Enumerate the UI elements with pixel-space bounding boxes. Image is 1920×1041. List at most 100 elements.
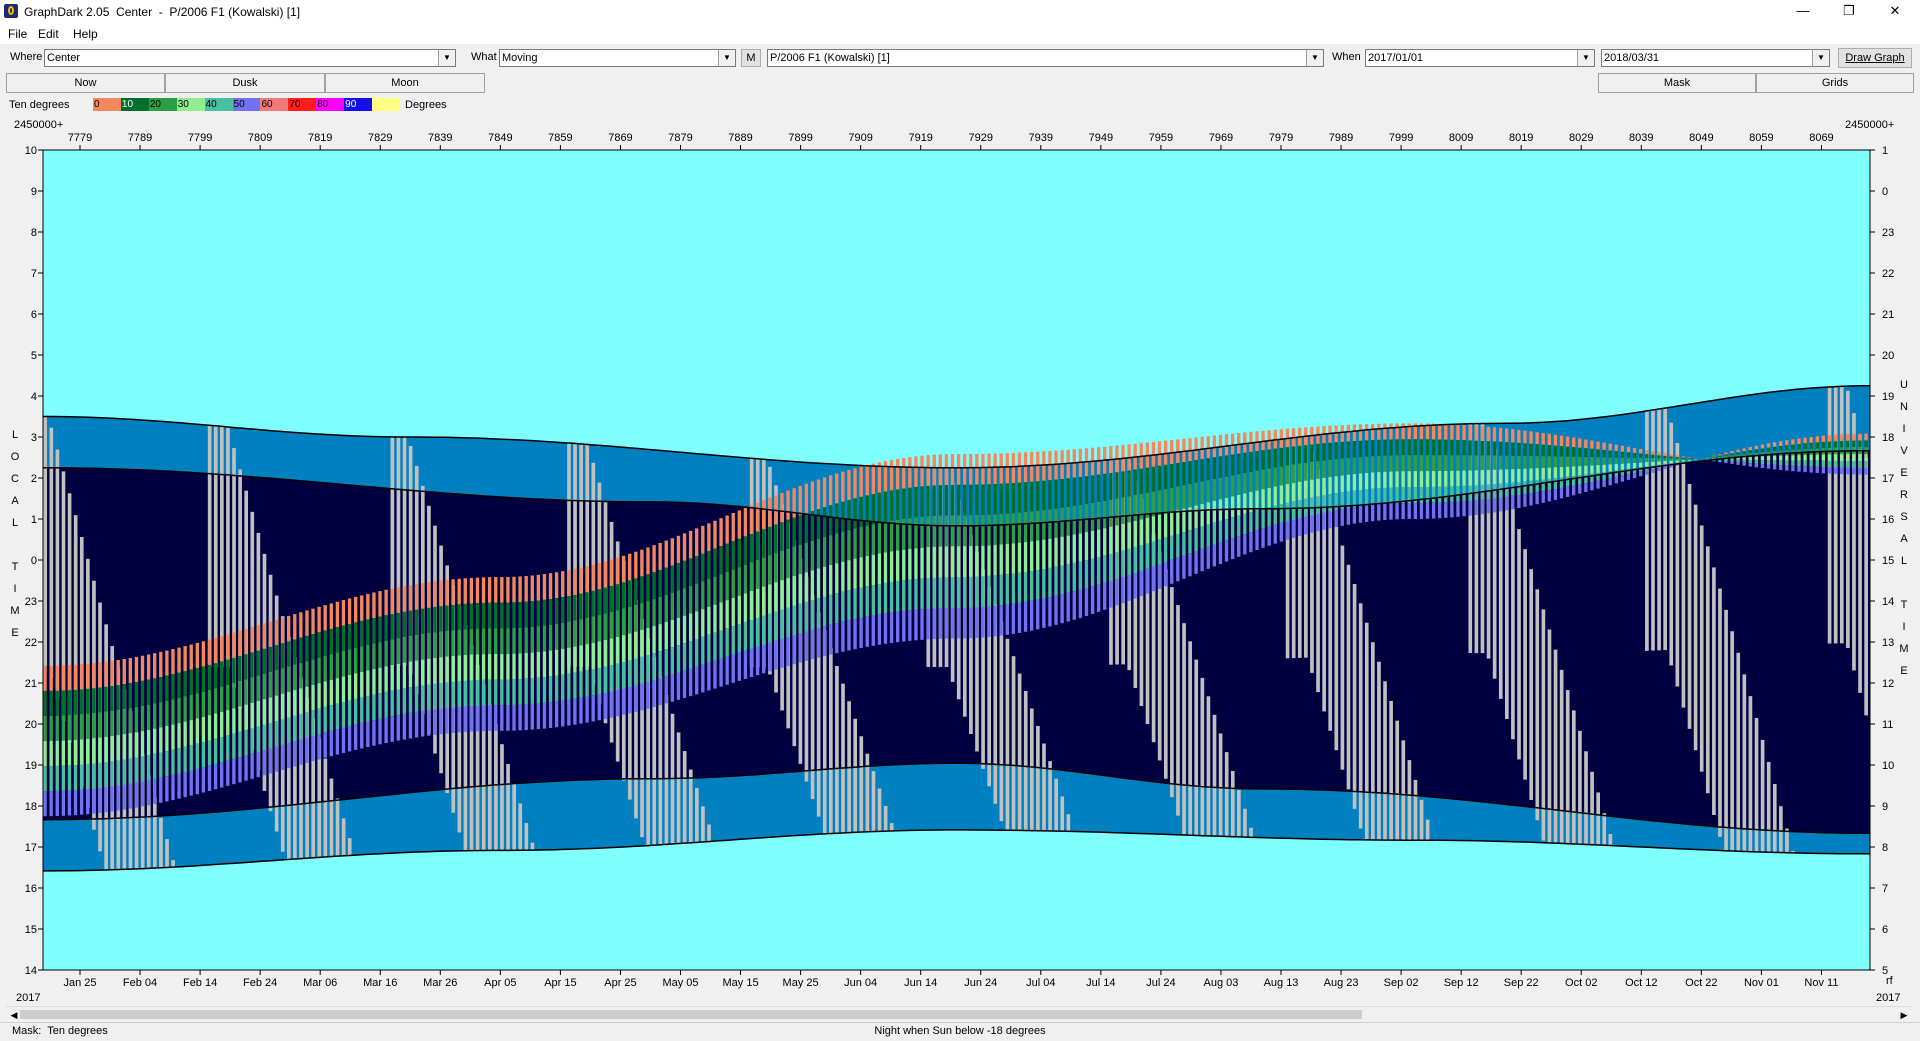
altitude-bar	[348, 726, 351, 751]
altitude-bar	[86, 714, 89, 739]
altitude-bar	[1426, 503, 1429, 519]
altitude-bar	[1682, 459, 1685, 460]
toolbar: Where Center ▼ What Moving ▼ M P/2006 F1…	[0, 44, 1920, 72]
altitude-bar	[1633, 448, 1636, 453]
moonlight-bar	[159, 818, 163, 868]
altitude-bar	[1194, 437, 1197, 460]
object-value: P/2006 F1 (Kowalski) [1]	[770, 52, 890, 64]
altitude-bar	[902, 550, 905, 581]
altitude-bar	[774, 641, 777, 670]
altitude-bar	[1864, 468, 1867, 475]
chevron-down-icon[interactable]: ▼	[1812, 50, 1829, 66]
restore-button[interactable]: ❐	[1826, 0, 1872, 22]
jd-tick-label: 7859	[548, 132, 572, 144]
altitude-bar	[695, 584, 698, 612]
tab-mask[interactable]: Mask	[1598, 73, 1756, 93]
altitude-bar	[1743, 448, 1746, 451]
altitude-bar	[512, 628, 515, 654]
menu-edit[interactable]: Edit	[38, 27, 59, 41]
moonlight-bar	[1706, 546, 1710, 793]
altitude-bar	[43, 716, 46, 741]
altitude-bar	[610, 639, 613, 665]
altitude-bar	[1462, 425, 1465, 440]
altitude-bar	[1060, 508, 1063, 537]
altitude-bar	[1127, 470, 1130, 496]
altitude-bar	[68, 665, 71, 690]
menu-file[interactable]: File	[8, 27, 27, 41]
altitude-bar	[177, 648, 180, 673]
what-select[interactable]: Moving ▼	[499, 49, 736, 67]
altitude-bar	[1523, 481, 1526, 494]
scroll-right-icon[interactable]: ▶	[1898, 1009, 1910, 1021]
altitude-bar	[366, 696, 369, 722]
draw-graph-button[interactable]: Draw Graph	[1838, 48, 1912, 68]
moonlight-bar	[1694, 505, 1698, 751]
visibility-graph[interactable]: 2450000+2450000+777977897799780978197829…	[0, 114, 1920, 1006]
altitude-bar	[1828, 461, 1831, 467]
horizontal-scrollbar[interactable]: ◀ ▶	[6, 1006, 1912, 1022]
altitude-bar	[707, 551, 710, 579]
altitude-bar	[1176, 510, 1179, 534]
altitude-bar	[1377, 456, 1380, 472]
altitude-bar	[1487, 499, 1490, 513]
tab-grids[interactable]: Grids	[1756, 73, 1914, 93]
start-date-select[interactable]: 2017/01/01 ▼	[1365, 49, 1595, 67]
chevron-down-icon[interactable]: ▼	[1577, 50, 1594, 66]
tab-now[interactable]: Now	[6, 73, 165, 93]
altitude-bar	[1535, 444, 1538, 456]
date-tick-label: Mar 06	[303, 977, 337, 989]
altitude-bar	[500, 654, 503, 680]
chevron-down-icon[interactable]: ▼	[718, 50, 735, 66]
altitude-bar	[1578, 466, 1581, 475]
altitude-bar	[561, 597, 564, 623]
altitude-bar	[415, 686, 418, 712]
menu-help[interactable]: Help	[73, 27, 98, 41]
date-tick-label: Jul 14	[1086, 977, 1115, 989]
altitude-bar	[360, 672, 363, 698]
altitude-bar	[324, 631, 327, 656]
altitude-bar	[640, 550, 643, 577]
altitude-bar	[701, 526, 704, 554]
altitude-bar	[92, 763, 95, 788]
date-tick-label: Jun 24	[964, 977, 997, 989]
object-select[interactable]: P/2006 F1 (Kowalski) [1] ▼	[767, 49, 1324, 67]
altitude-bar	[488, 680, 491, 706]
where-select[interactable]: Center ▼	[44, 49, 456, 67]
altitude-bar	[317, 709, 320, 734]
tab-moon[interactable]: Moon	[325, 73, 485, 93]
m-button[interactable]: M	[741, 49, 761, 67]
altitude-bar	[1511, 429, 1514, 442]
altitude-bar	[683, 671, 686, 698]
scrollbar-thumb[interactable]	[20, 1010, 1362, 1019]
altitude-bar	[646, 601, 649, 628]
altitude-bar	[1365, 424, 1368, 440]
altitude-bar	[287, 743, 290, 768]
end-date-select[interactable]: 2018/03/31 ▼	[1601, 49, 1830, 67]
altitude-bar	[744, 536, 747, 565]
altitude-bar	[336, 653, 339, 678]
altitude-bar	[299, 663, 302, 688]
altitude-bar	[1292, 520, 1295, 538]
scroll-left-icon[interactable]: ◀	[8, 1009, 20, 1021]
altitude-bar	[841, 532, 844, 562]
altitude-bar	[1274, 468, 1277, 487]
altitude-bar	[957, 546, 960, 577]
altitude-bar	[1036, 570, 1039, 600]
altitude-bar	[1572, 486, 1575, 496]
altitude-bar	[518, 705, 521, 731]
chevron-down-icon[interactable]: ▼	[1306, 50, 1323, 66]
altitude-bar	[604, 693, 607, 719]
close-button[interactable]: ✕	[1872, 0, 1918, 22]
minimize-button[interactable]: —	[1780, 0, 1826, 22]
tab-dusk[interactable]: Dusk	[165, 73, 325, 93]
altitude-bar	[683, 616, 686, 643]
altitude-bar	[147, 705, 150, 730]
altitude-bar	[397, 638, 400, 664]
altitude-bar	[1578, 475, 1581, 484]
altitude-bar	[1505, 442, 1508, 456]
chevron-down-icon[interactable]: ▼	[438, 50, 455, 66]
moonlight-bar	[1067, 814, 1071, 831]
altitude-bar	[1225, 498, 1228, 519]
altitude-bar	[689, 641, 692, 669]
altitude-bar	[933, 485, 936, 516]
